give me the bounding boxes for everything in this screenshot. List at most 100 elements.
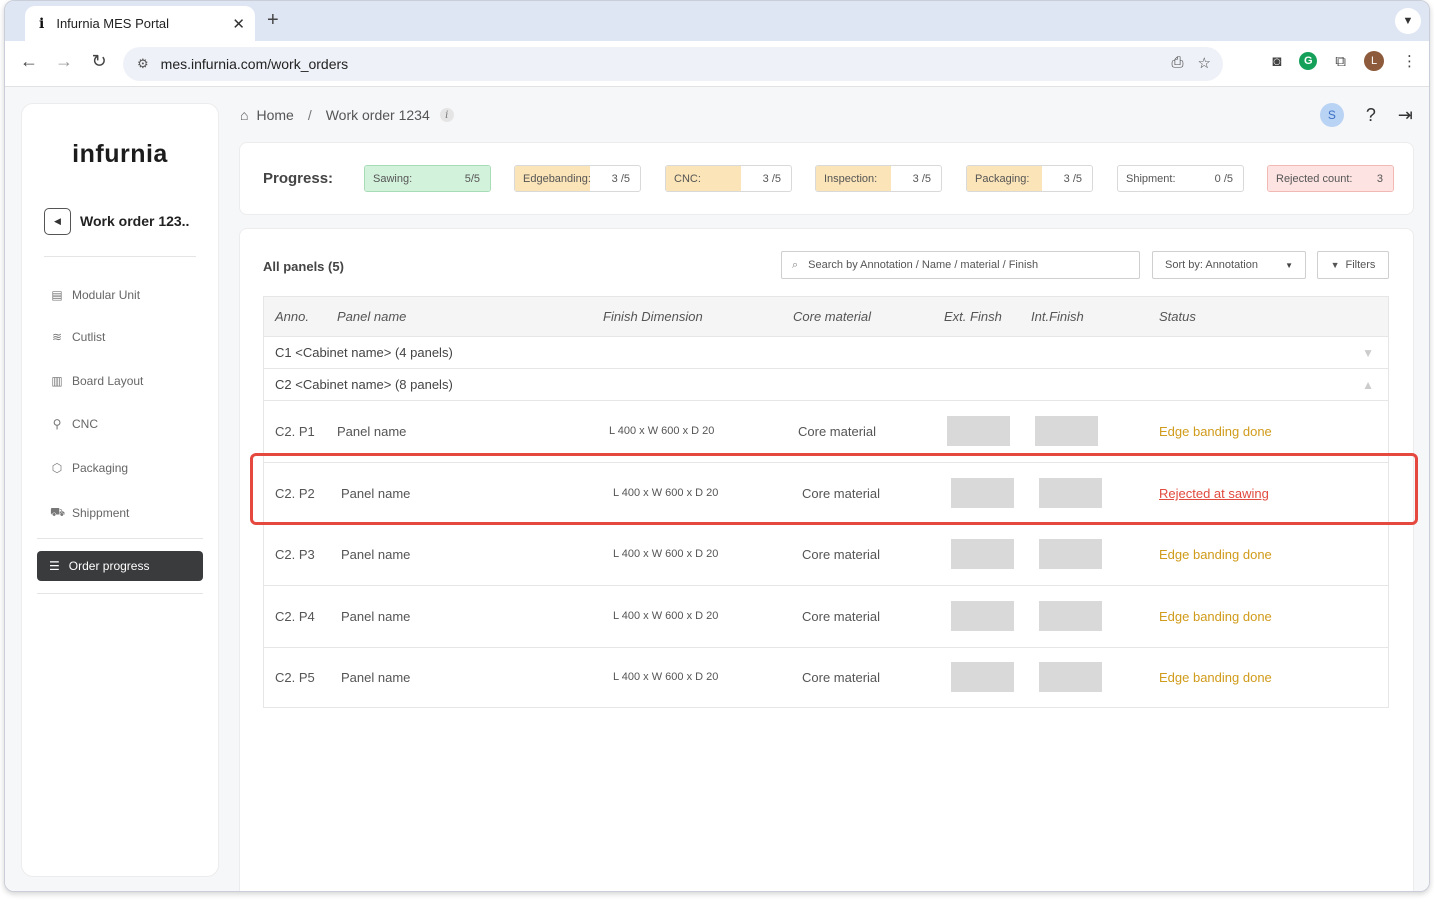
- progress-pill-edgebanding: Edgebanding: 3 /5: [514, 165, 641, 192]
- tab-search-chevron-icon[interactable]: ▼: [1395, 8, 1421, 34]
- progress-value: 3: [1376, 173, 1383, 185]
- status-link-rejected[interactable]: Rejected at sawing: [1159, 486, 1269, 501]
- install-app-icon[interactable]: ⎙: [1172, 54, 1184, 72]
- sidebar-item-label: Cutlist: [72, 330, 106, 344]
- search-placeholder: Search by Annotation / Name / material /…: [808, 259, 1039, 271]
- info-icon[interactable]: i: [439, 108, 454, 122]
- sidebar-item-label: Modular Unit: [72, 288, 141, 302]
- sidebar: infurnia ◀ Work order 123.. ▤ Modular Un…: [21, 103, 219, 877]
- column-header-ext-finish[interactable]: Ext. Finsh: [944, 309, 1002, 324]
- profile-avatar[interactable]: L: [1364, 51, 1384, 71]
- work-order-title: Work order 123..: [80, 213, 190, 229]
- progress-name: Inspection:: [824, 173, 878, 185]
- progress-value: 3 /5: [611, 173, 630, 185]
- browser-menu-icon[interactable]: ⋮: [1402, 52, 1417, 70]
- forward-arrow-icon[interactable]: →: [52, 51, 76, 72]
- panels-table: Anno. Panel name Finish Dimension Core m…: [263, 296, 1389, 708]
- sort-dropdown[interactable]: Sort by: Annotation ▼: [1152, 251, 1306, 279]
- column-header-int-finish[interactable]: Int.Finish: [1031, 309, 1084, 324]
- sidebar-item-board-layout[interactable]: ▥ Board Layout: [50, 374, 143, 388]
- cabinet-group-row[interactable]: C2 <Cabinet name> (8 panels) ▲: [264, 369, 1388, 401]
- filter-funnel-icon: ▼: [1330, 260, 1340, 270]
- cell-anno: C2. P4: [275, 609, 315, 624]
- favicon-icon: i: [39, 15, 45, 32]
- logout-icon[interactable]: ⇥: [1398, 105, 1413, 126]
- user-avatar[interactable]: S: [1319, 103, 1344, 127]
- sidebar-item-cutlist[interactable]: ≋ Cutlist: [50, 330, 105, 344]
- filters-button[interactable]: ▼ Filters: [1317, 251, 1389, 279]
- back-arrow-icon[interactable]: ←: [17, 51, 41, 72]
- site-settings-icon[interactable]: ⚙: [137, 56, 149, 72]
- collapse-caret-up-icon[interactable]: ▲: [1362, 378, 1374, 392]
- int-finish-swatch: [1039, 478, 1102, 508]
- cell-panel-name: Panel name: [337, 424, 407, 439]
- close-tab-icon[interactable]: ✕: [232, 15, 245, 33]
- status-text: Edge banding done: [1159, 547, 1272, 562]
- cell-panel-name: Panel name: [341, 547, 411, 562]
- tab-title: Infurnia MES Portal: [56, 16, 170, 31]
- int-finish-swatch: [1035, 416, 1098, 446]
- progress-card: Progress: Sawing: 5/5 Edgebanding: 3 /5 CNC:…: [239, 142, 1414, 215]
- tab-strip: i Infurnia MES Portal ✕ + ▼: [5, 1, 1429, 41]
- sidebar-item-label: Shippment: [72, 506, 130, 520]
- cell-dimension: L 400 x W 600 x D 20: [609, 425, 715, 437]
- cell-dimension: L 400 x W 600 x D 20: [613, 610, 719, 622]
- home-icon[interactable]: ⌂: [240, 107, 248, 123]
- progress-value: 3 /5: [1063, 173, 1082, 185]
- progress-pill-inspection: Inspection: 3 /5: [815, 165, 942, 192]
- cell-anno: C2. P5: [275, 670, 315, 685]
- sidebar-item-shippment[interactable]: ⛟ Shippment: [50, 505, 129, 521]
- cell-dimension: L 400 x W 600 x D 20: [613, 671, 719, 683]
- progress-pill-rejectedcount: Rejected count: 3: [1267, 165, 1394, 192]
- browser-tab[interactable]: i Infurnia MES Portal ✕: [25, 6, 255, 41]
- column-header-panel-name[interactable]: Panel name: [337, 309, 406, 324]
- table-row[interactable]: C2. P1 Panel name L 400 x W 600 x D 20 Core…: [264, 401, 1388, 463]
- sidebar-item-cnc[interactable]: ⚲ CNC: [50, 417, 98, 431]
- sidebar-item-modular-unit[interactable]: ▤ Modular Unit: [50, 288, 140, 302]
- status-text: Edge banding done: [1159, 609, 1272, 624]
- status-text: Edge banding done: [1159, 424, 1272, 439]
- column-header-finish-dimension[interactable]: Finish Dimension: [603, 309, 703, 324]
- group-label: C2 <Cabinet name> (8 panels): [275, 377, 453, 392]
- ext-finish-swatch: [951, 601, 1014, 631]
- cell-panel-name: Panel name: [341, 670, 411, 685]
- cabinet-group-row[interactable]: C1 <Cabinet name> (4 panels) ▼: [264, 337, 1388, 369]
- breadcrumb-current: Work order 1234: [325, 107, 430, 123]
- column-header-core-material[interactable]: Core material: [793, 309, 871, 324]
- table-row[interactable]: C2. P2 Panel name L 400 x W 600 x D 20 Core…: [264, 463, 1388, 525]
- sidebar-item-packaging[interactable]: ⬡ Packaging: [50, 461, 128, 475]
- ext-finish-swatch: [951, 478, 1014, 508]
- help-icon[interactable]: ?: [1366, 105, 1376, 126]
- back-triangle-icon[interactable]: ◀: [44, 208, 71, 235]
- truck-icon: ⛟: [50, 505, 66, 519]
- expand-caret-down-icon[interactable]: ▼: [1362, 346, 1374, 360]
- table-row[interactable]: C2. P5 Panel name L 400 x W 600 x D 20 Core…: [264, 647, 1388, 709]
- cabinet-icon: ▤: [51, 288, 63, 302]
- breadcrumb-home[interactable]: Home: [256, 107, 293, 123]
- url-text: mes.infurnia.com/work_orders: [160, 56, 349, 72]
- search-input[interactable]: ⌕ Search by Annotation / Name / material…: [781, 251, 1140, 279]
- camera-extension-icon[interactable]: ◙: [1272, 53, 1281, 70]
- address-bar[interactable]: ⚙ mes.infurnia.com/work_orders ⎙ ☆: [123, 47, 1223, 81]
- table-header: Anno. Panel name Finish Dimension Core m…: [264, 297, 1388, 337]
- new-tab-icon[interactable]: +: [267, 9, 279, 32]
- reload-icon[interactable]: ↻: [87, 51, 111, 72]
- progress-pill-cnc: CNC: 3 /5: [665, 165, 792, 192]
- progress-name: Packaging:: [975, 173, 1030, 185]
- table-row[interactable]: C2. P4 Panel name L 400 x W 600 x D 20 Core…: [264, 586, 1388, 648]
- ext-finish-swatch: [951, 662, 1014, 692]
- group-label: C1 <Cabinet name> (4 panels): [275, 345, 453, 360]
- sidebar-divider: [37, 593, 203, 594]
- sort-label: Sort by: Annotation: [1165, 259, 1258, 271]
- grammarly-extension-icon[interactable]: G: [1299, 52, 1318, 70]
- column-header-status[interactable]: Status: [1159, 309, 1196, 324]
- header-actions: S ? ⇥: [1319, 103, 1413, 127]
- column-header-anno[interactable]: Anno.: [275, 309, 309, 324]
- extensions-puzzle-icon[interactable]: ⧉: [1335, 53, 1346, 70]
- infurnia-logo: infurnia: [72, 140, 168, 168]
- sidebar-item-order-progress[interactable]: ☰ Order progress: [37, 551, 203, 581]
- bookmark-star-icon[interactable]: ☆: [1198, 54, 1211, 72]
- progress-value: 0 /5: [1214, 173, 1233, 185]
- ext-finish-swatch: [947, 416, 1010, 446]
- table-row[interactable]: C2. P3 Panel name L 400 x W 600 x D 20 Core…: [264, 524, 1388, 586]
